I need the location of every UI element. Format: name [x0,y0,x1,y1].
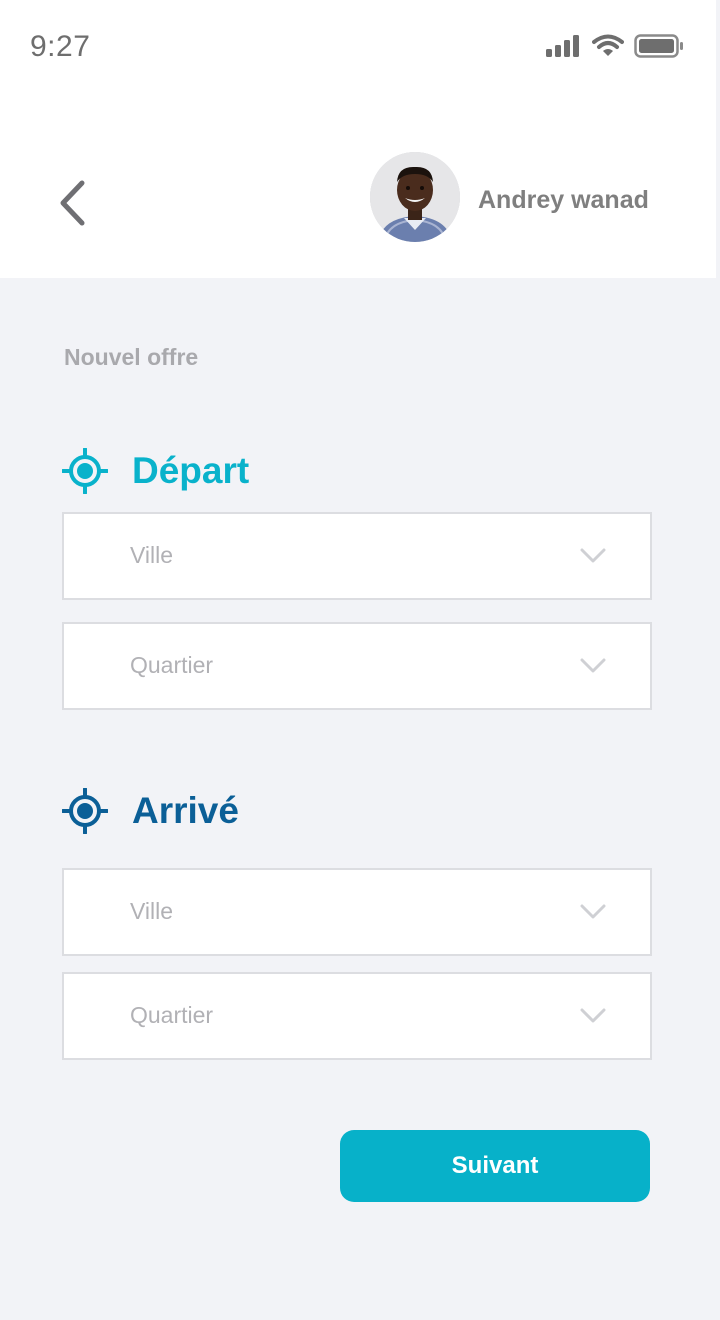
target-icon [62,788,108,834]
chevron-down-icon [580,658,606,673]
user-photo [370,152,460,242]
user-name: Andrey wanad [478,186,649,214]
status-time: 9:27 [30,30,91,63]
chevron-left-icon [60,180,85,226]
battery-icon [634,34,683,58]
wifi-icon [592,34,624,56]
departure-district-select[interactable]: Quartier [62,622,652,710]
arrival-label: Arrivé [132,790,239,831]
chevron-down-icon [580,548,606,563]
status-icons [546,34,684,58]
departure-city-select[interactable]: Ville [62,512,652,600]
next-button[interactable]: Suivant [340,1130,650,1202]
departure-label: Départ [132,450,250,491]
app-header: Andrey wanad [0,100,716,278]
status-bar: 9:27 [0,0,716,100]
page-title: Nouvel offre [64,344,199,370]
arrival-heading: Arrivé [62,788,239,834]
arrival-district-select[interactable]: Quartier [62,972,652,1060]
target-icon [62,448,108,494]
chevron-down-icon [580,1008,606,1023]
arrival-district-placeholder: Quartier [130,1002,214,1028]
chevron-down-icon [580,904,606,919]
departure-heading: Départ [62,448,249,494]
avatar[interactable] [370,152,460,242]
departure-city-placeholder: Ville [130,542,174,568]
arrival-city-placeholder: Ville [130,898,174,924]
cellular-signal-icon [546,35,579,57]
new-offer-screen: 9:27 Andrey wanad Nouvel offre Départ Vi… [0,0,720,1320]
departure-district-placeholder: Quartier [130,652,214,678]
back-button[interactable] [52,178,92,228]
arrival-city-select[interactable]: Ville [62,868,652,956]
